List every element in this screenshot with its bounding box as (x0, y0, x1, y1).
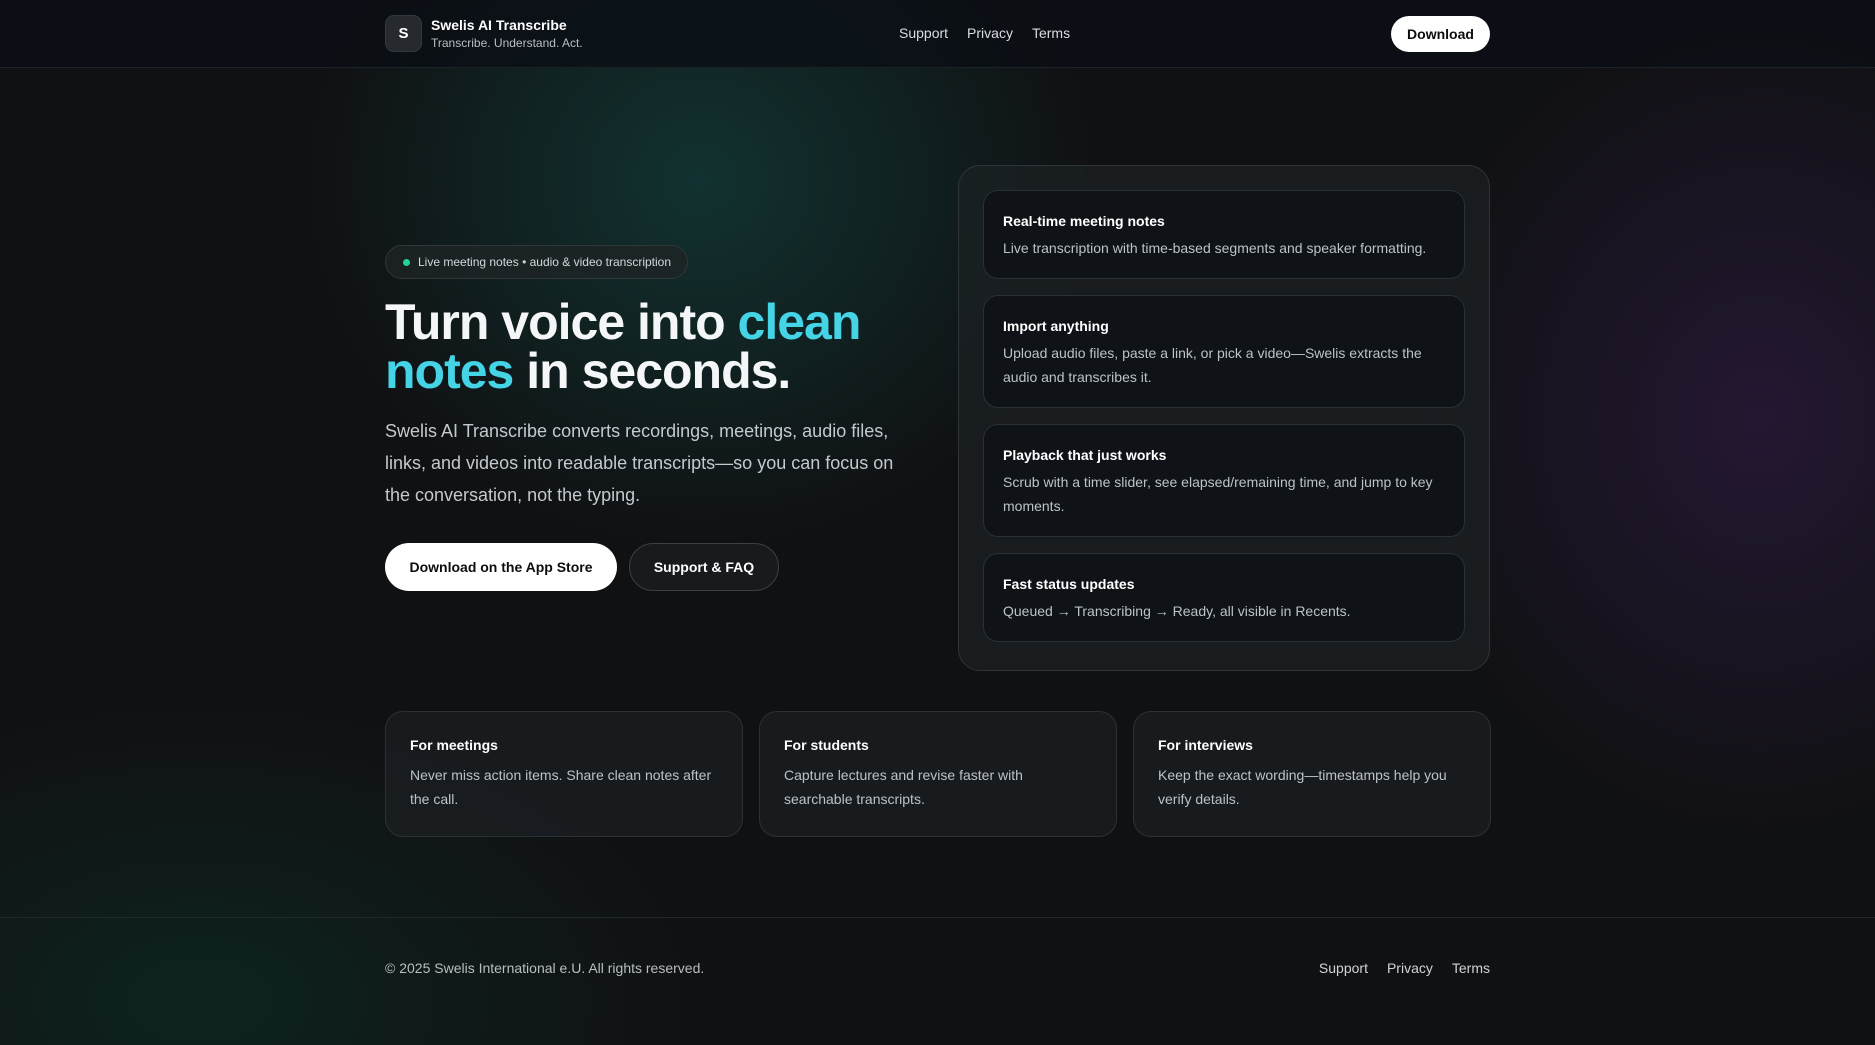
features-panel: Real-time meeting notes Live transcripti… (958, 165, 1490, 671)
audience-title: For students (784, 737, 869, 753)
live-status-dot (403, 258, 410, 266)
nav-link-privacy[interactable]: Privacy (967, 25, 1013, 41)
audience-description: Keep the exact wording—timestamps help y… (1158, 767, 1447, 807)
audience-title: For meetings (410, 737, 498, 753)
hero-title: Turn voice into clean notes in seconds. (385, 297, 945, 399)
audience-card-students: For students Capture lectures and revise… (759, 711, 1117, 837)
audience-title: For interviews (1158, 737, 1253, 753)
nav-link-support[interactable]: Support (899, 25, 948, 41)
footer-link-terms[interactable]: Terms (1452, 960, 1490, 976)
footer-copyright: © 2025 Swelis International e.U. All rig… (385, 960, 705, 976)
audience-description: Capture lectures and revise faster with … (784, 767, 1023, 807)
footer-link-support[interactable]: Support (1319, 960, 1368, 976)
brand-text: Swelis AI Transcribe Transcribe. Underst… (431, 17, 583, 50)
audience-card-meetings: For meetings Never miss action items. Sh… (385, 711, 743, 837)
feature-title: Fast status updates (1003, 576, 1135, 592)
site-header: S Swelis AI Transcribe Transcribe. Under… (0, 0, 1875, 68)
feature-description: Live transcription with time-based segme… (1003, 240, 1427, 256)
app-tagline: Transcribe. Understand. Act. (431, 35, 583, 50)
feature-description: Upload audio files, paste a link, or pic… (1003, 345, 1422, 385)
hero-badge-text: Live meeting notes • audio & video trans… (418, 255, 672, 269)
feature-card-realtime: Real-time meeting notes Live transcripti… (983, 190, 1465, 279)
audience-description: Never miss action items. Share clean not… (410, 767, 712, 807)
feature-description: Scrub with a time slider, see elapsed/re… (1003, 474, 1433, 514)
hero-title-part1: Turn voice into (385, 294, 738, 350)
audience-card-interviews: For interviews Keep the exact wording—ti… (1133, 711, 1491, 837)
feature-card-playback: Playback that just works Scrub with a ti… (983, 424, 1465, 537)
feature-title: Import anything (1003, 318, 1109, 334)
hero-description: Swelis AI Transcribe converts recordings… (385, 421, 894, 505)
header-download-button[interactable]: Download (1391, 16, 1490, 52)
hero-cta-row: Download on the App Store Support & FAQ (385, 543, 779, 591)
feature-description: Queued → Transcribing → Ready, all visib… (1003, 603, 1351, 619)
footer-nav: Support Privacy Terms (1319, 960, 1490, 976)
app-logo: S (385, 15, 422, 52)
audience-cards: For meetings Never miss action items. Sh… (385, 711, 1491, 837)
feature-card-status: Fast status updates Queued → Transcribin… (983, 553, 1465, 642)
feature-title: Playback that just works (1003, 447, 1167, 463)
nav-link-terms[interactable]: Terms (1032, 25, 1070, 41)
support-faq-button[interactable]: Support & FAQ (629, 543, 779, 591)
feature-title: Real-time meeting notes (1003, 213, 1165, 229)
footer-divider (0, 917, 1875, 918)
footer-link-privacy[interactable]: Privacy (1387, 960, 1433, 976)
hero-badge: Live meeting notes • audio & video trans… (385, 245, 689, 279)
brand[interactable]: S Swelis AI Transcribe Transcribe. Under… (385, 15, 583, 52)
feature-card-import: Import anything Upload audio files, past… (983, 295, 1465, 408)
app-store-download-button[interactable]: Download on the App Store (385, 543, 617, 591)
app-name: Swelis AI Transcribe (431, 16, 567, 33)
hero-title-part2: in seconds. (513, 343, 791, 399)
header-nav: Support Privacy Terms (899, 25, 1070, 41)
